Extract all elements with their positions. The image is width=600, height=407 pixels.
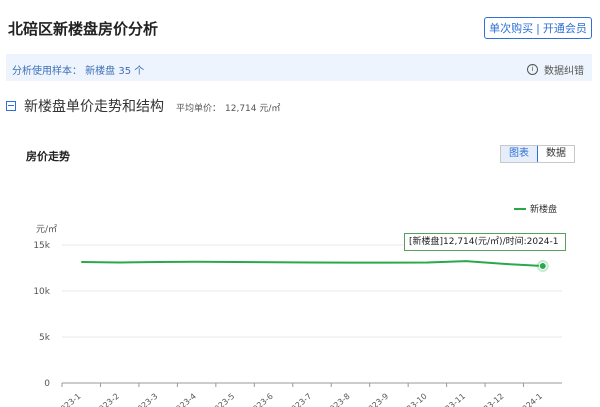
x-tick-label: 2023-10: [397, 392, 428, 407]
x-tick-label: 2024-1: [517, 392, 544, 407]
y-tick-label: 15k: [33, 241, 50, 251]
y-axis-label: 元/㎡: [36, 224, 57, 235]
x-tick-label: 2023-7: [286, 392, 313, 407]
chart-tooltip: [新楼盘]12,714(元/㎡)/时间:2024-1: [404, 233, 566, 251]
x-tick-label: 2023-5: [209, 392, 236, 407]
x-tick-label: 2023-9: [363, 392, 390, 407]
price-trend-chart: 0 5k 10k 15k 元/㎡ 2023-1 2023-2 2023-3 2023-4 2023…: [33, 203, 562, 407]
y-tick-label: 5k: [39, 333, 51, 343]
highlight-point: [538, 262, 547, 271]
y-tick-label: 0: [44, 379, 50, 389]
x-tick-label: 2023-2: [93, 392, 120, 407]
legend-label: 新楼盘: [530, 203, 557, 215]
x-tick-label: 2023-4: [170, 392, 197, 407]
x-tick-label: 2023-6: [247, 392, 274, 407]
y-tick-label: 10k: [33, 287, 50, 297]
x-tick-label: 2023-8: [324, 392, 351, 407]
x-tick-label: 2023-1: [55, 392, 82, 407]
x-tick-label: 2023-12: [474, 392, 505, 407]
x-tick-label: 2023-11: [436, 392, 467, 407]
x-tick-label: 2023-3: [132, 392, 159, 407]
series-line-new-build: [81, 260, 543, 268]
